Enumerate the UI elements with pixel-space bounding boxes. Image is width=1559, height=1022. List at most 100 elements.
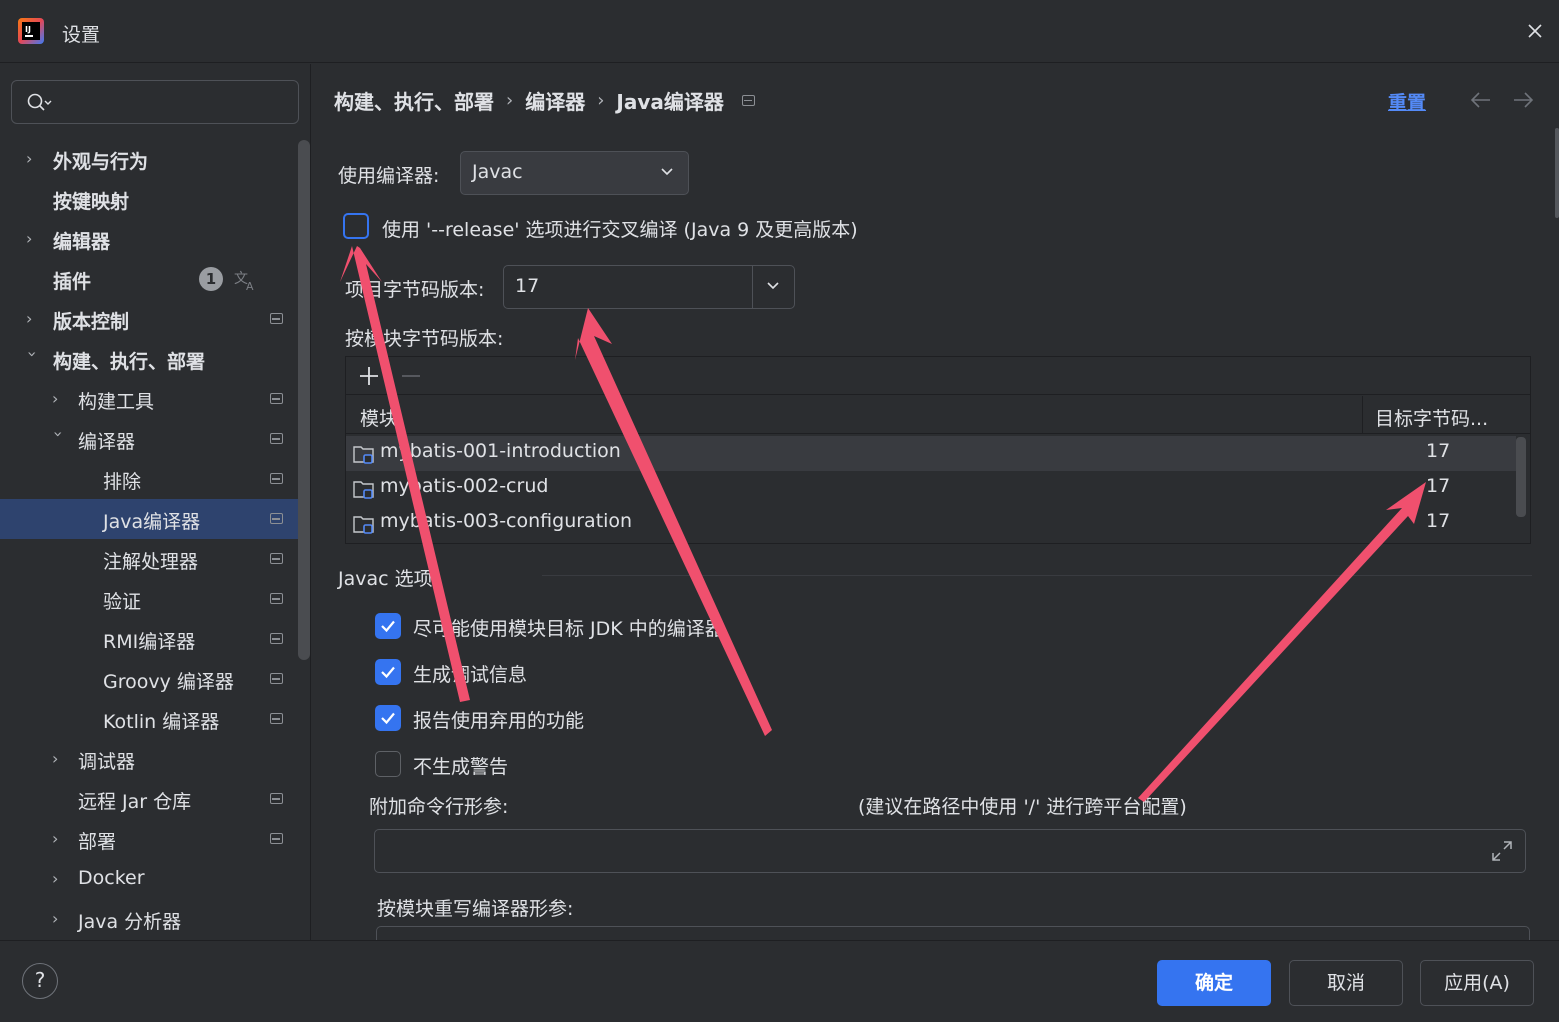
sidebar-item-label: 插件: [53, 271, 92, 293]
sidebar-item-appearance[interactable]: › 外观与行为: [0, 139, 310, 179]
column-divider[interactable]: [1362, 396, 1363, 434]
sidebar-item-label: 按键映射: [53, 191, 130, 213]
cancel-button[interactable]: 取消: [1289, 960, 1403, 1006]
sidebar-item-label: Java编译器: [103, 511, 201, 533]
sidebar-item-debugger[interactable]: › 调试器: [0, 739, 310, 779]
project-level-icon: [270, 433, 283, 444]
remove-button[interactable]: [398, 363, 424, 389]
sidebar-item-label: 注解处理器: [103, 551, 199, 573]
breadcrumb-separator-icon: ›: [597, 89, 605, 111]
sidebar-item-build-tools[interactable]: › 构建工具: [0, 379, 310, 419]
override-args-table[interactable]: [376, 926, 1530, 940]
column-header-module[interactable]: 模块: [360, 404, 398, 431]
close-button[interactable]: [1522, 18, 1548, 44]
compiler-label: 使用编译器:: [338, 165, 440, 187]
table-toolbar: [346, 357, 1530, 395]
sidebar-item-docker[interactable]: › Docker: [0, 859, 310, 899]
sidebar-item-label: Groovy 编译器: [103, 671, 234, 693]
sidebar-item-label: 调试器: [78, 751, 136, 773]
module-target[interactable]: 17: [1426, 440, 1450, 462]
module-name: mybatis-003-configuration: [380, 510, 633, 532]
table-scrollbar[interactable]: [1516, 437, 1526, 517]
minus-icon: [402, 375, 420, 377]
project-level-icon: [270, 713, 283, 724]
window-title: 设置: [62, 24, 101, 46]
use-module-jdk-compiler-label: 尽可能使用模块目标 JDK 中的编译器: [413, 618, 724, 640]
apply-button[interactable]: 应用(A): [1420, 960, 1534, 1006]
generate-debug-info-label: 生成调试信息: [413, 664, 528, 686]
reset-link[interactable]: 重置: [1388, 88, 1426, 115]
chevron-right-icon: ›: [26, 149, 33, 168]
column-header-target[interactable]: 目标字节码...: [1375, 404, 1488, 431]
report-deprecated-checkbox[interactable]: [375, 705, 401, 731]
module-target[interactable]: 17: [1426, 475, 1450, 497]
project-level-icon: [270, 313, 283, 324]
project-level-icon: [270, 673, 283, 684]
sidebar-item-vcs[interactable]: › 版本控制: [0, 299, 310, 339]
breadcrumb-item[interactable]: 编译器: [525, 86, 585, 115]
per-module-bytecode-label: 按模块字节码版本:: [345, 328, 504, 350]
checkmark-icon: [381, 712, 395, 725]
chevron-right-icon: ›: [52, 909, 59, 928]
search-input[interactable]: [60, 89, 290, 117]
arrow-left-icon: [1470, 92, 1490, 108]
search-box[interactable]: [11, 80, 299, 124]
project-level-icon: [270, 473, 283, 484]
section-divider: [542, 575, 1532, 576]
sidebar-item-java-profiler[interactable]: › Java 分析器: [0, 899, 310, 939]
sidebar-scrollbar[interactable]: [298, 140, 310, 660]
project-level-icon: [270, 793, 283, 804]
content-scrollbar[interactable]: [1555, 128, 1559, 218]
project-level-icon: [270, 593, 283, 604]
sidebar-item-keymap[interactable]: 按键映射: [0, 179, 310, 219]
module-name: mybatis-001-introduction: [380, 440, 621, 462]
chevron-right-icon: ›: [52, 749, 59, 768]
sidebar-item-validation[interactable]: 验证: [0, 579, 310, 619]
sidebar-item-editor[interactable]: › 编辑器: [0, 219, 310, 259]
sidebar-item-java-compiler[interactable]: Java编译器: [0, 499, 310, 539]
table-row[interactable]: mybatis-003-configuration 17: [346, 506, 1516, 541]
module-name: mybatis-002-crud: [380, 475, 549, 497]
module-folder-icon: [353, 446, 374, 464]
sidebar-item-rmi-compiler[interactable]: RMI编译器: [0, 619, 310, 659]
chevron-right-icon: ›: [52, 869, 59, 888]
sidebar-item-deployment[interactable]: › 部署: [0, 819, 310, 859]
module-target[interactable]: 17: [1426, 510, 1450, 532]
intellij-logo-icon: IJ: [18, 18, 44, 44]
release-option-label: 使用 '--release' 选项进行交叉编译 (Java 9 及更高版本): [382, 219, 858, 241]
bytecode-version-select[interactable]: 17: [503, 265, 795, 309]
sidebar-item-kotlin-compiler[interactable]: Kotlin 编译器: [0, 699, 310, 739]
forward-button[interactable]: [1510, 88, 1536, 112]
breadcrumb-item[interactable]: 构建、执行、部署: [334, 86, 494, 115]
sidebar-item-label: Java 分析器: [78, 911, 182, 933]
breadcrumb: 构建、执行、部署 › 编译器 › Java编译器: [334, 86, 755, 114]
sidebar-item-annotation-processors[interactable]: 注解处理器: [0, 539, 310, 579]
table-row[interactable]: mybatis-002-crud 17: [346, 471, 1516, 506]
no-warnings-label: 不生成警告: [413, 756, 509, 778]
sidebar-item-excludes[interactable]: 排除: [0, 459, 310, 499]
use-module-jdk-compiler-checkbox[interactable]: [375, 613, 401, 639]
title-bar: IJ 设置: [0, 0, 1559, 63]
sidebar-item-groovy-compiler[interactable]: Groovy 编译器: [0, 659, 310, 699]
module-folder-icon: [353, 481, 374, 499]
no-warnings-checkbox[interactable]: [375, 751, 401, 777]
release-option-checkbox[interactable]: [343, 213, 369, 239]
sidebar-item-remote-jar-repositories[interactable]: 远程 Jar 仓库: [0, 779, 310, 819]
project-level-icon: [270, 553, 283, 564]
sidebar-item-label: 远程 Jar 仓库: [78, 791, 192, 813]
generate-debug-info-checkbox[interactable]: [375, 659, 401, 685]
table-row[interactable]: mybatis-001-introduction 17: [346, 436, 1516, 471]
chevron-right-icon: ›: [52, 389, 59, 408]
extra-args-input[interactable]: [374, 829, 1526, 873]
sidebar-item-build-execution-deployment[interactable]: › 构建、执行、部署: [0, 339, 310, 379]
expand-icon[interactable]: [1491, 840, 1513, 862]
sidebar-item-compiler[interactable]: › 编译器: [0, 419, 310, 459]
back-button[interactable]: [1468, 88, 1494, 112]
help-button[interactable]: ?: [22, 963, 58, 999]
compiler-select[interactable]: Javac: [460, 151, 689, 195]
sidebar-item-plugins[interactable]: 插件 1 文 A: [0, 259, 310, 299]
project-level-icon: [741, 94, 755, 106]
add-button[interactable]: [356, 363, 382, 389]
sidebar-item-label: 排除: [103, 471, 142, 493]
ok-button[interactable]: 确定: [1157, 960, 1271, 1006]
